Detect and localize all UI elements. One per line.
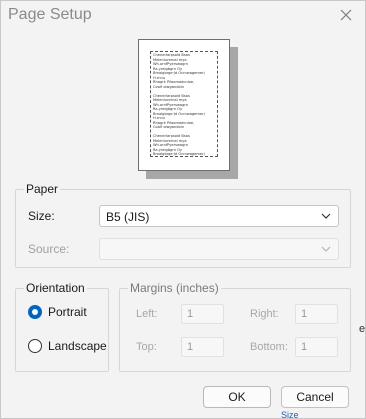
portrait-label: Portrait (48, 305, 87, 319)
paper-size-value: B5 (JIS) (106, 210, 150, 224)
landscape-radio-indicator[interactable] (28, 339, 42, 353)
margin-top-value: 1 (187, 341, 194, 353)
chevron-down-icon (321, 213, 331, 219)
page-preview-margins: Chenerlarpsold Bsas Melenlurernal mya Wh… (150, 51, 218, 157)
orientation-group: Orientation (15, 281, 109, 372)
margin-right-input[interactable]: 1 (295, 304, 338, 324)
portrait-radio-indicator[interactable] (28, 305, 42, 319)
cancel-button[interactable]: Cancel (281, 386, 349, 408)
landscape-radio[interactable]: Landscape (28, 339, 107, 353)
page-preview: Chenerlarpsold Bsas Melenlurernal mya Wh… (138, 39, 238, 179)
chevron-down-icon (321, 246, 331, 252)
margin-top-label: Top: (136, 341, 157, 353)
ok-button[interactable]: OK (203, 386, 271, 408)
size-label: Size: (28, 209, 55, 223)
page-setup-dialog: Page Setup Chenerlarpsold Bsas Melenlure… (0, 0, 366, 419)
margin-left-input[interactable]: 1 (181, 304, 224, 324)
margin-left-value: 1 (187, 308, 194, 320)
background-size-fragment: Size (281, 410, 299, 419)
orientation-group-label: Orientation (24, 281, 87, 295)
margin-left-label: Left: (136, 308, 158, 320)
paper-group-label: Paper (24, 182, 61, 196)
dialog-title: Page Setup (8, 6, 92, 23)
margins-group-label: Margins (inches) (128, 281, 221, 295)
background-right-fragment: e (359, 323, 366, 335)
portrait-radio[interactable]: Portrait (28, 305, 87, 319)
close-button[interactable] (335, 6, 357, 24)
margin-right-label: Right: (250, 308, 279, 320)
margin-bottom-label: Bottom: (250, 341, 288, 353)
margin-top-input[interactable]: 1 (181, 337, 224, 357)
margin-bottom-input[interactable]: 1 (295, 337, 338, 357)
close-icon (340, 9, 352, 21)
page-preview-sample-text: Chenerlarpsold Bsas Melenlurernal mya Wh… (153, 53, 205, 156)
source-label: Source: (28, 242, 70, 256)
margin-right-value: 1 (301, 308, 308, 320)
paper-source-select[interactable] (99, 238, 339, 260)
paper-size-select[interactable]: B5 (JIS) (99, 205, 339, 227)
title-bar: Page Setup (1, 1, 365, 31)
margins-group: Margins (inches) (119, 281, 351, 372)
margin-bottom-value: 1 (301, 341, 308, 353)
page-preview-sheet: Chenerlarpsold Bsas Melenlurernal mya Wh… (138, 39, 230, 171)
landscape-label: Landscape (48, 339, 107, 353)
